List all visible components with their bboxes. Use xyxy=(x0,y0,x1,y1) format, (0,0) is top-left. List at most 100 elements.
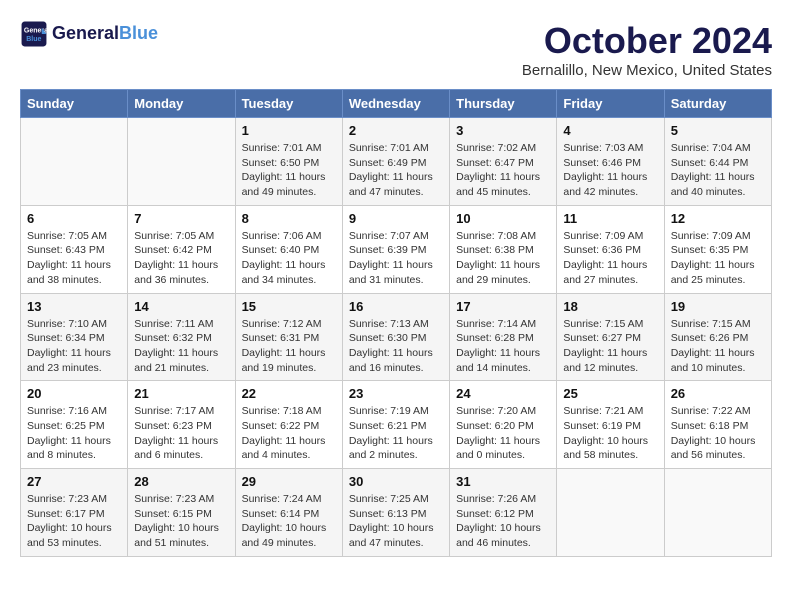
svg-text:Blue: Blue xyxy=(26,36,41,43)
calendar-cell: 22 Sunrise: 7:18 AMSunset: 6:22 PMDayligh… xyxy=(235,381,342,469)
cell-content: Sunrise: 7:01 AMSunset: 6:49 PMDaylight:… xyxy=(349,141,443,200)
calendar-cell xyxy=(21,118,128,206)
day-number: 3 xyxy=(456,123,550,138)
cell-content: Sunrise: 7:01 AMSunset: 6:50 PMDaylight:… xyxy=(242,141,336,200)
cell-content: Sunrise: 7:14 AMSunset: 6:28 PMDaylight:… xyxy=(456,317,550,376)
calendar-cell: 3Sunrise: 7:02 AMSunset: 6:47 PMDaylight… xyxy=(450,118,557,206)
day-number: 25 xyxy=(563,386,657,401)
calendar-cell: 27Sunrise: 7:23 AMSunset: 6:17 PMDayligh… xyxy=(21,469,128,557)
cell-content: Sunrise: 7:05 AMSunset: 6:42 PMDaylight:… xyxy=(134,229,228,288)
calendar-cell: 18 Sunrise: 7:15 AMSunset: 6:27 PMDayligh… xyxy=(557,293,664,381)
cell-content: Sunrise: 7:22 AMSunset: 6:18 PMDaylight:… xyxy=(671,404,765,463)
month-title: October 2024 xyxy=(522,20,772,62)
cell-content: Sunrise: 7:19 AMSunset: 6:21 PMDaylight:… xyxy=(349,404,443,463)
title-area: October 2024 Bernalillo, New Mexico, Uni… xyxy=(522,20,772,79)
day-number: 20 xyxy=(27,386,121,401)
calendar-cell: 19Sunrise: 7:15 AMSunset: 6:26 PMDayligh… xyxy=(664,293,771,381)
header: General Blue GeneralBlue October 2024 Be… xyxy=(20,20,772,79)
logo-text: GeneralBlue xyxy=(52,24,158,44)
calendar-table: SundayMondayTuesdayWednesdayThursdayFrid… xyxy=(20,89,772,557)
day-number: 16 xyxy=(349,299,443,314)
calendar-cell: 20 Sunrise: 7:16 AMSunset: 6:25 PMDayligh… xyxy=(21,381,128,469)
cell-content: Sunrise: 7:23 AMSunset: 6:15 PMDaylight:… xyxy=(134,492,228,551)
day-number: 23 xyxy=(349,386,443,401)
cell-content: Sunrise: 7:23 AMSunset: 6:17 PMDaylight:… xyxy=(27,492,121,551)
day-number: 15 xyxy=(242,299,336,314)
day-header-wednesday: Wednesday xyxy=(342,90,449,118)
cell-content: Sunrise: 7:03 AMSunset: 6:46 PMDaylight:… xyxy=(563,141,657,200)
calendar-cell xyxy=(128,118,235,206)
calendar-cell: 15 Sunrise: 7:12 AMSunset: 6:31 PMDayligh… xyxy=(235,293,342,381)
day-number: 1 xyxy=(242,123,336,138)
calendar-cell: 21 Sunrise: 7:17 AMSunset: 6:23 PMDayligh… xyxy=(128,381,235,469)
cell-content: Sunrise: 7:12 AMSunset: 6:31 PMDaylight:… xyxy=(242,317,336,376)
calendar-cell: 2 Sunrise: 7:01 AMSunset: 6:49 PMDaylight… xyxy=(342,118,449,206)
location-title: Bernalillo, New Mexico, United States xyxy=(522,62,772,79)
day-number: 30 xyxy=(349,474,443,489)
day-number: 9 xyxy=(349,211,443,226)
cell-content: Sunrise: 7:05 AMSunset: 6:43 PMDaylight:… xyxy=(27,229,121,288)
calendar-cell: 9 Sunrise: 7:07 AMSunset: 6:39 PMDaylight… xyxy=(342,205,449,293)
calendar-cell: 31 Sunrise: 7:26 AMSunset: 6:12 PMDayligh… xyxy=(450,469,557,557)
calendar-cell: 5 Sunrise: 7:04 AMSunset: 6:44 PMDaylight… xyxy=(664,118,771,206)
day-number: 18 xyxy=(563,299,657,314)
day-number: 5 xyxy=(671,123,765,138)
calendar-cell: 8Sunrise: 7:06 AMSunset: 6:40 PMDaylight… xyxy=(235,205,342,293)
day-header-monday: Monday xyxy=(128,90,235,118)
calendar-cell: 4 Sunrise: 7:03 AMSunset: 6:46 PMDaylight… xyxy=(557,118,664,206)
calendar-cell xyxy=(664,469,771,557)
cell-content: Sunrise: 7:07 AMSunset: 6:39 PMDaylight:… xyxy=(349,229,443,288)
day-number: 21 xyxy=(134,386,228,401)
calendar-cell: 7 Sunrise: 7:05 AMSunset: 6:42 PMDaylight… xyxy=(128,205,235,293)
calendar-cell: 25 Sunrise: 7:21 AMSunset: 6:19 PMDayligh… xyxy=(557,381,664,469)
cell-content: Sunrise: 7:10 AMSunset: 6:34 PMDaylight:… xyxy=(27,317,121,376)
calendar-cell: 28 Sunrise: 7:23 AMSunset: 6:15 PMDayligh… xyxy=(128,469,235,557)
day-number: 17 xyxy=(456,299,550,314)
calendar-cell: 10Sunrise: 7:08 AMSunset: 6:38 PMDayligh… xyxy=(450,205,557,293)
day-header-thursday: Thursday xyxy=(450,90,557,118)
cell-content: Sunrise: 7:13 AMSunset: 6:30 PMDaylight:… xyxy=(349,317,443,376)
cell-content: Sunrise: 7:08 AMSunset: 6:38 PMDaylight:… xyxy=(456,229,550,288)
day-number: 29 xyxy=(242,474,336,489)
logo-icon: General Blue xyxy=(20,20,48,48)
day-number: 6 xyxy=(27,211,121,226)
calendar-cell: 11Sunrise: 7:09 AMSunset: 6:36 PMDayligh… xyxy=(557,205,664,293)
cell-content: Sunrise: 7:11 AMSunset: 6:32 PMDaylight:… xyxy=(134,317,228,376)
cell-content: Sunrise: 7:20 AMSunset: 6:20 PMDaylight:… xyxy=(456,404,550,463)
calendar-cell: 24Sunrise: 7:20 AMSunset: 6:20 PMDayligh… xyxy=(450,381,557,469)
calendar-cell: 6 Sunrise: 7:05 AMSunset: 6:43 PMDaylight… xyxy=(21,205,128,293)
cell-content: Sunrise: 7:21 AMSunset: 6:19 PMDaylight:… xyxy=(563,404,657,463)
cell-content: Sunrise: 7:24 AMSunset: 6:14 PMDaylight:… xyxy=(242,492,336,551)
day-number: 31 xyxy=(456,474,550,489)
cell-content: Sunrise: 7:15 AMSunset: 6:26 PMDaylight:… xyxy=(671,317,765,376)
calendar-cell: 1 Sunrise: 7:01 AMSunset: 6:50 PMDaylight… xyxy=(235,118,342,206)
day-header-saturday: Saturday xyxy=(664,90,771,118)
day-number: 13 xyxy=(27,299,121,314)
calendar-header: SundayMondayTuesdayWednesdayThursdayFrid… xyxy=(21,90,772,118)
day-number: 22 xyxy=(242,386,336,401)
cell-content: Sunrise: 7:18 AMSunset: 6:22 PMDaylight:… xyxy=(242,404,336,463)
day-header-friday: Friday xyxy=(557,90,664,118)
calendar-cell: 13 Sunrise: 7:10 AMSunset: 6:34 PMDayligh… xyxy=(21,293,128,381)
cell-content: Sunrise: 7:15 AMSunset: 6:27 PMDaylight:… xyxy=(563,317,657,376)
calendar-cell xyxy=(557,469,664,557)
calendar-cell: 29 Sunrise: 7:24 AMSunset: 6:14 PMDayligh… xyxy=(235,469,342,557)
calendar-cell: 17 Sunrise: 7:14 AMSunset: 6:28 PMDayligh… xyxy=(450,293,557,381)
logo: General Blue GeneralBlue xyxy=(20,20,158,48)
day-number: 28 xyxy=(134,474,228,489)
cell-content: Sunrise: 7:09 AMSunset: 6:35 PMDaylight:… xyxy=(671,229,765,288)
cell-content: Sunrise: 7:04 AMSunset: 6:44 PMDaylight:… xyxy=(671,141,765,200)
calendar-cell: 14 Sunrise: 7:11 AMSunset: 6:32 PMDayligh… xyxy=(128,293,235,381)
calendar-cell: 30 Sunrise: 7:25 AMSunset: 6:13 PMDayligh… xyxy=(342,469,449,557)
day-number: 7 xyxy=(134,211,228,226)
day-number: 14 xyxy=(134,299,228,314)
cell-content: Sunrise: 7:06 AMSunset: 6:40 PMDaylight:… xyxy=(242,229,336,288)
cell-content: Sunrise: 7:25 AMSunset: 6:13 PMDaylight:… xyxy=(349,492,443,551)
day-number: 2 xyxy=(349,123,443,138)
cell-content: Sunrise: 7:17 AMSunset: 6:23 PMDaylight:… xyxy=(134,404,228,463)
calendar-cell: 16 Sunrise: 7:13 AMSunset: 6:30 PMDayligh… xyxy=(342,293,449,381)
day-number: 4 xyxy=(563,123,657,138)
cell-content: Sunrise: 7:16 AMSunset: 6:25 PMDaylight:… xyxy=(27,404,121,463)
cell-content: Sunrise: 7:26 AMSunset: 6:12 PMDaylight:… xyxy=(456,492,550,551)
day-number: 12 xyxy=(671,211,765,226)
